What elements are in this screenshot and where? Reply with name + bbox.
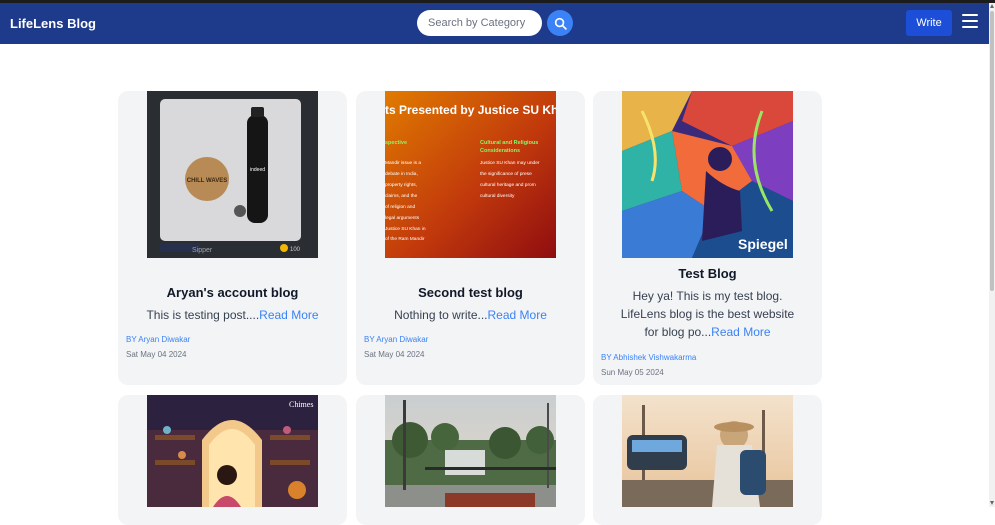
blog-card[interactable]: ts Presented by Justice SU Kha spective … bbox=[356, 91, 585, 385]
blog-card-excerpt: Hey ya! This is my test blog. LifeLens b… bbox=[613, 287, 802, 341]
blog-card-date: Sat May 04 2024 bbox=[364, 350, 425, 359]
blog-card-image[interactable] bbox=[622, 395, 793, 507]
scrollbar-thumb[interactable] bbox=[990, 11, 994, 291]
blog-card-author[interactable]: BY Aryan Diwakar bbox=[126, 335, 190, 344]
svg-text:Justice SU Khan in: Justice SU Khan in bbox=[385, 226, 426, 232]
blog-card[interactable] bbox=[356, 395, 585, 525]
blog-card-image[interactable]: Spiegel bbox=[622, 91, 793, 258]
svg-text:Cultural and Religious: Cultural and Religious bbox=[480, 140, 538, 146]
blog-card-excerpt: Nothing to write...Read More bbox=[376, 306, 565, 324]
blog-card-title[interactable]: Aryan's account blog bbox=[118, 285, 347, 300]
svg-text:of the Ram Mandir: of the Ram Mandir bbox=[385, 236, 425, 242]
navbar: LifeLens Blog Write bbox=[0, 3, 989, 44]
svg-text:of religion and: of religion and bbox=[385, 204, 415, 210]
read-more-link[interactable]: Read More bbox=[711, 325, 770, 339]
svg-text:cultural heritage and prom: cultural heritage and prom bbox=[480, 182, 536, 188]
svg-text:Mandir issue is a: Mandir issue is a bbox=[385, 160, 421, 166]
blog-card-date: Sat May 04 2024 bbox=[126, 350, 187, 359]
excerpt-text: This is testing post.... bbox=[146, 308, 260, 322]
svg-text:legal arguments: legal arguments bbox=[385, 215, 420, 221]
blog-card-image[interactable]: Chimes bbox=[147, 395, 318, 507]
blog-card-date: Sun May 05 2024 bbox=[601, 368, 664, 377]
coin-count: 100 bbox=[290, 247, 301, 253]
read-more-link[interactable]: Read More bbox=[488, 308, 547, 322]
image-overlay-text: Spiegel bbox=[738, 236, 788, 252]
excerpt-text: Nothing to write... bbox=[394, 308, 488, 322]
blog-card[interactable]: CHILL WAVES indeed Sipper 100 Aryan's ac… bbox=[118, 91, 347, 385]
slide-col1-title: spective bbox=[385, 140, 407, 146]
search-button[interactable] bbox=[547, 10, 573, 36]
brand-logo[interactable]: LifeLens Blog bbox=[10, 16, 96, 31]
svg-text:Considerations: Considerations bbox=[480, 148, 520, 154]
slide-heading: ts Presented by Justice SU Kha bbox=[385, 103, 556, 117]
image-corner-text: Chimes bbox=[289, 400, 313, 409]
blog-card-title[interactable]: Test Blog bbox=[593, 266, 822, 281]
product-label: Sipper bbox=[192, 247, 213, 254]
blog-card[interactable]: Spiegel Test Blog Hey ya! This is my tes… bbox=[593, 91, 822, 385]
svg-text:the significance of prese: the significance of prese bbox=[480, 171, 532, 177]
blog-card-image[interactable]: ts Presented by Justice SU Kha spective … bbox=[385, 91, 556, 258]
blog-card-title[interactable]: Second test blog bbox=[356, 285, 585, 300]
blog-card-image[interactable]: CHILL WAVES indeed Sipper 100 bbox=[147, 91, 318, 258]
vertical-scrollbar[interactable] bbox=[989, 3, 995, 507]
read-more-link[interactable]: Read More bbox=[259, 308, 318, 322]
svg-text:Justice SU Khan may under: Justice SU Khan may under bbox=[480, 160, 540, 166]
blog-card-author[interactable]: BY Abhishek Vishwakarma bbox=[601, 353, 696, 362]
blog-card-excerpt: This is testing post....Read More bbox=[138, 306, 327, 324]
svg-text:cultural diversity: cultural diversity bbox=[480, 193, 515, 199]
scroll-up-arrow-icon[interactable] bbox=[990, 4, 994, 8]
coaster-text: CHILL WAVES bbox=[187, 178, 227, 184]
scroll-down-arrow-icon[interactable] bbox=[990, 501, 994, 505]
write-button[interactable]: Write bbox=[906, 10, 952, 36]
blog-card[interactable] bbox=[593, 395, 822, 525]
hamburger-menu-icon[interactable] bbox=[962, 14, 978, 30]
svg-text:claims, and the: claims, and the bbox=[385, 193, 418, 199]
search-icon bbox=[554, 17, 567, 30]
bottle-logo: indeed bbox=[250, 167, 265, 173]
svg-text:property rights,: property rights, bbox=[385, 182, 417, 188]
blog-card-author[interactable]: BY Aryan Diwakar bbox=[364, 335, 428, 344]
svg-text:debate in India,: debate in India, bbox=[385, 171, 418, 177]
search-input[interactable] bbox=[417, 10, 542, 36]
blog-card-image[interactable] bbox=[385, 395, 556, 507]
blog-card[interactable]: Chimes bbox=[118, 395, 347, 525]
